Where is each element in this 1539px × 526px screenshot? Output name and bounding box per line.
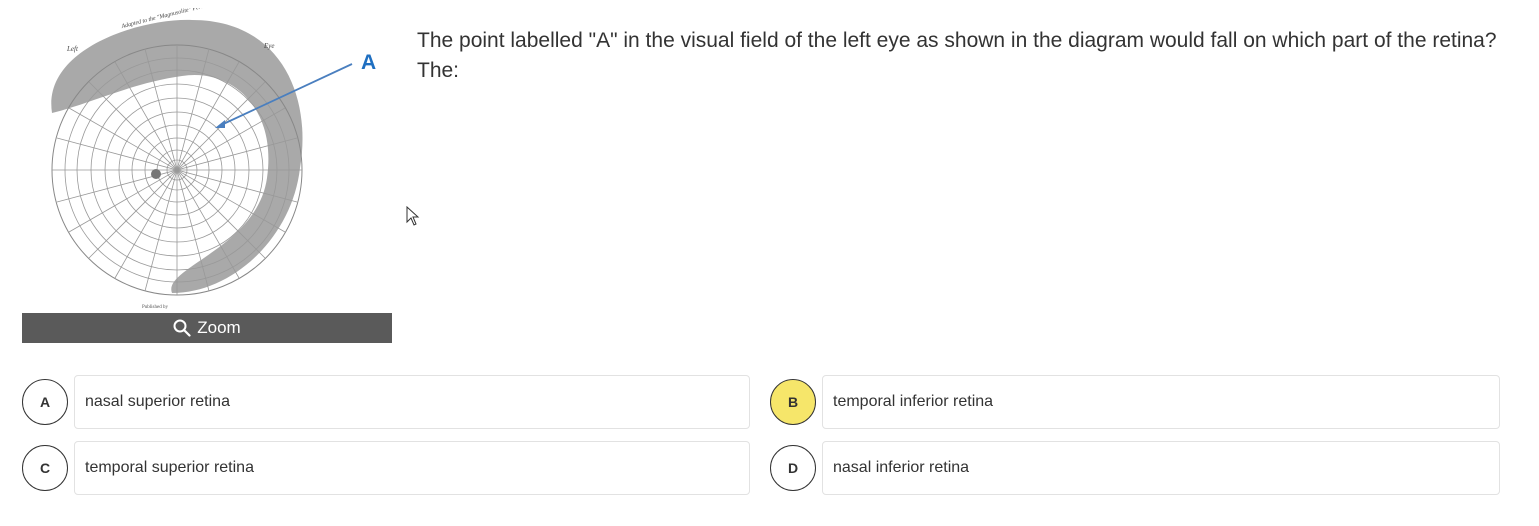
option-d[interactable]: D nasal inferior retina	[770, 441, 1500, 495]
question-text: The point labelled "A" in the visual fie…	[417, 29, 1497, 82]
option-a-answer[interactable]: nasal superior retina	[74, 375, 750, 429]
option-d-answer[interactable]: nasal inferior retina	[822, 441, 1500, 495]
option-d-badge[interactable]: D	[770, 445, 816, 491]
option-c-answer[interactable]: temporal superior retina	[74, 441, 750, 495]
chart-left-label: Left	[66, 45, 79, 53]
chart-eye-label: Eye	[263, 42, 275, 50]
visual-field-figure[interactable]: Left Eye Adapted to the "Magnusolite" Pe…	[22, 8, 392, 344]
callout-label: A	[361, 51, 376, 74]
zoom-label: Zoom	[197, 318, 241, 337]
option-b[interactable]: B temporal inferior retina	[770, 375, 1500, 429]
option-b-answer[interactable]: temporal inferior retina	[822, 375, 1500, 429]
zoom-button[interactable]: Zoom	[22, 313, 392, 343]
option-c[interactable]: C temporal superior retina	[22, 441, 750, 495]
option-c-badge[interactable]: C	[22, 445, 68, 491]
magnifier-icon	[173, 319, 191, 337]
visual-field-chart: Left Eye Adapted to the "Magnusolite" Pe…	[51, 8, 376, 310]
chart-publisher: Published by	[142, 305, 168, 310]
option-b-badge[interactable]: B	[770, 379, 816, 425]
option-a[interactable]: A nasal superior retina	[22, 375, 750, 429]
option-a-badge[interactable]: A	[22, 379, 68, 425]
mouse-cursor-icon	[406, 206, 420, 226]
